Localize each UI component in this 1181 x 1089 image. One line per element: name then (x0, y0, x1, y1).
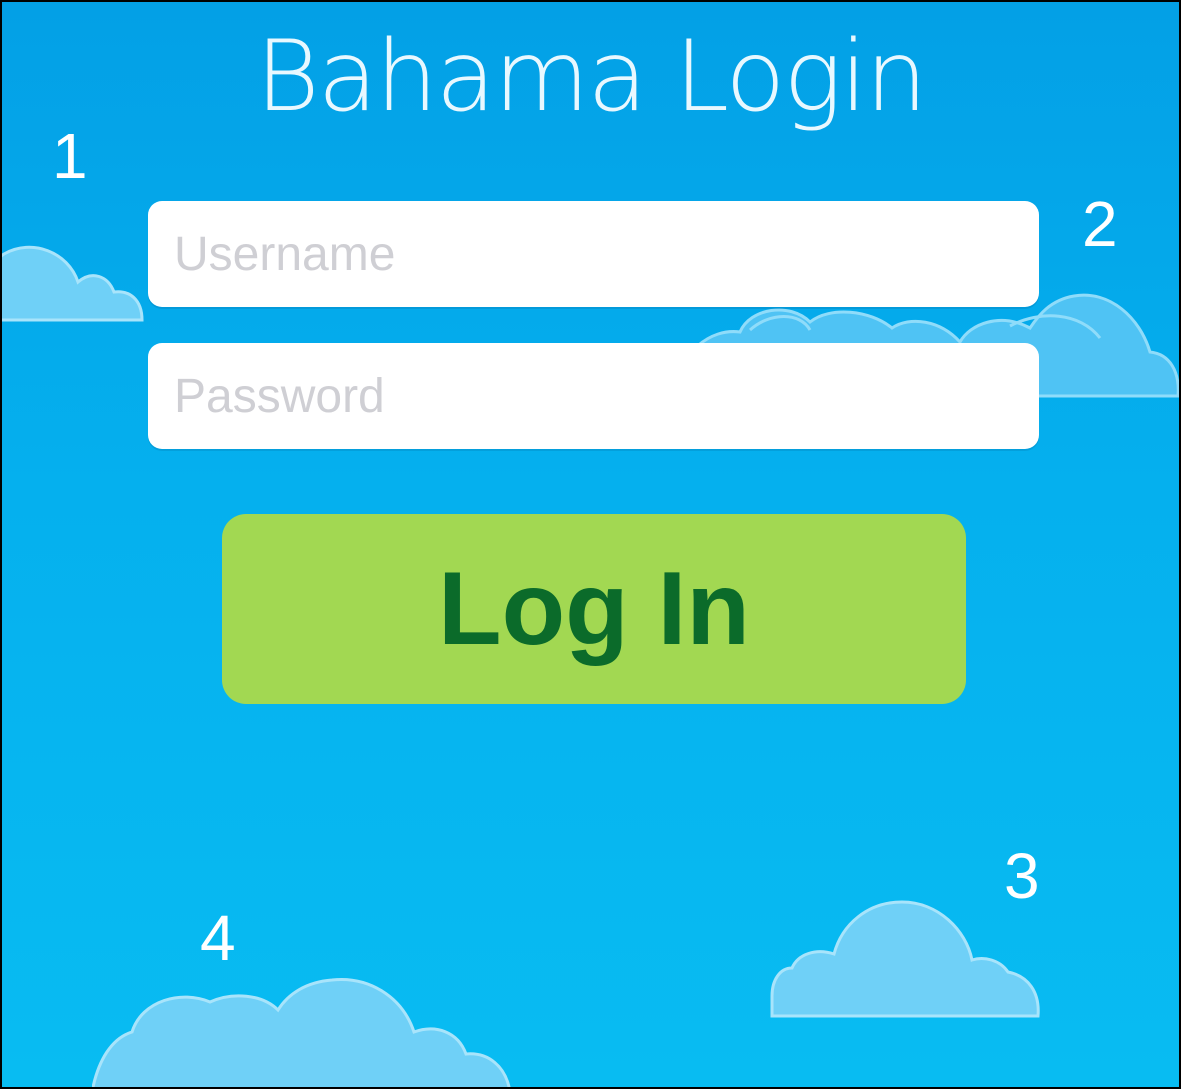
login-button[interactable]: Log In (222, 514, 966, 704)
password-field[interactable] (148, 343, 1039, 449)
page-title: Bahama Login (255, 20, 927, 134)
cloud-left-icon (2, 245, 144, 322)
login-screen: Bahama Login 1 2 3 4 Log In (2, 2, 1179, 1087)
marker-2: 2 (1082, 188, 1118, 260)
cloud-bottom-right-icon (770, 900, 1040, 1018)
cloud-bottom-left-icon (92, 978, 511, 1087)
marker-3: 3 (1004, 840, 1040, 912)
username-field[interactable] (148, 201, 1039, 307)
marker-4: 4 (200, 902, 236, 974)
marker-1: 1 (52, 120, 88, 192)
